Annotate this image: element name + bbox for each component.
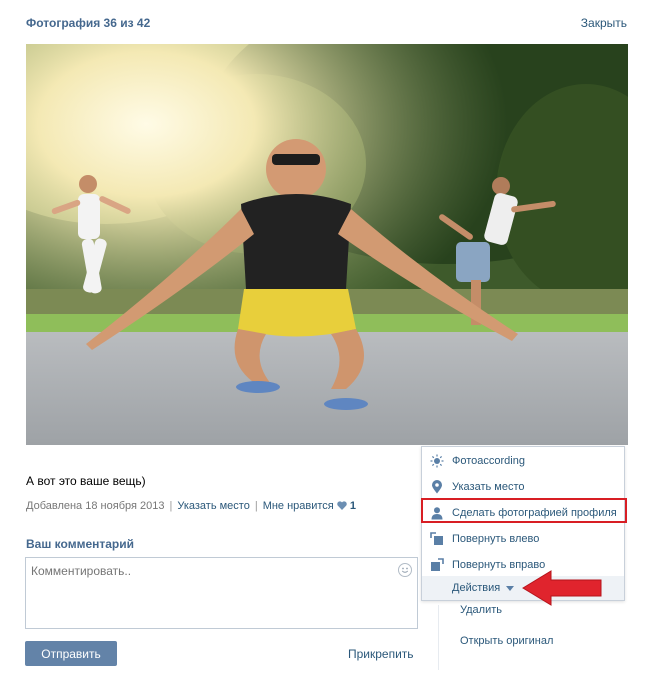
photo-meta: Добавлена 18 ноября 2013 | Указать место | М…	[26, 500, 356, 512]
place-link[interactable]: Указать место	[177, 500, 250, 512]
close-link[interactable]: Закрыть	[581, 16, 627, 30]
comment-input[interactable]	[26, 558, 417, 628]
delete-link[interactable]: Удалить	[460, 604, 502, 616]
photo-counter-title: Фотография 36 из 42	[26, 16, 151, 30]
menu-item-set-place[interactable]: Указать место	[422, 474, 624, 500]
send-button[interactable]: Отправить	[25, 641, 117, 666]
menu-item-label: Повернуть влево	[452, 533, 540, 545]
menu-item-rotate-left[interactable]: Повернуть влево	[422, 526, 624, 552]
photo-image[interactable]	[26, 44, 628, 445]
comment-heading: Ваш комментарий	[26, 537, 135, 551]
red-arrow-annotation	[521, 569, 603, 610]
menu-item-label: Указать место	[452, 481, 525, 493]
highlight-box	[421, 498, 627, 523]
attach-link[interactable]: Прикрепить	[348, 647, 414, 661]
rotate-right-icon	[430, 558, 444, 572]
like-count[interactable]: 1	[350, 500, 356, 512]
like-link[interactable]: Мне нравится	[263, 500, 334, 512]
meta-separator: |	[254, 500, 258, 512]
photo-illustration	[26, 44, 628, 445]
map-pin-icon	[430, 480, 444, 494]
menu-item-photo-editor[interactable]: Фотоaccording	[422, 448, 624, 474]
column-divider	[438, 605, 439, 670]
meta-separator: |	[169, 500, 173, 512]
photo-caption: А вот это ваше вещь)	[26, 474, 146, 488]
sun-icon	[430, 454, 444, 468]
rotate-left-icon	[430, 532, 444, 546]
caret-down-icon	[506, 582, 515, 594]
menu-item-label: Фотоaccording	[452, 455, 525, 467]
open-original-link[interactable]: Открыть оригинал	[460, 635, 553, 647]
heart-icon[interactable]	[337, 501, 347, 510]
added-date: 18 ноября 2013	[85, 500, 165, 512]
comment-box[interactable]	[25, 557, 418, 629]
actions-label: Действия	[452, 582, 501, 594]
added-prefix: Добавлена	[26, 500, 83, 512]
emoji-smile-icon[interactable]	[398, 563, 412, 577]
